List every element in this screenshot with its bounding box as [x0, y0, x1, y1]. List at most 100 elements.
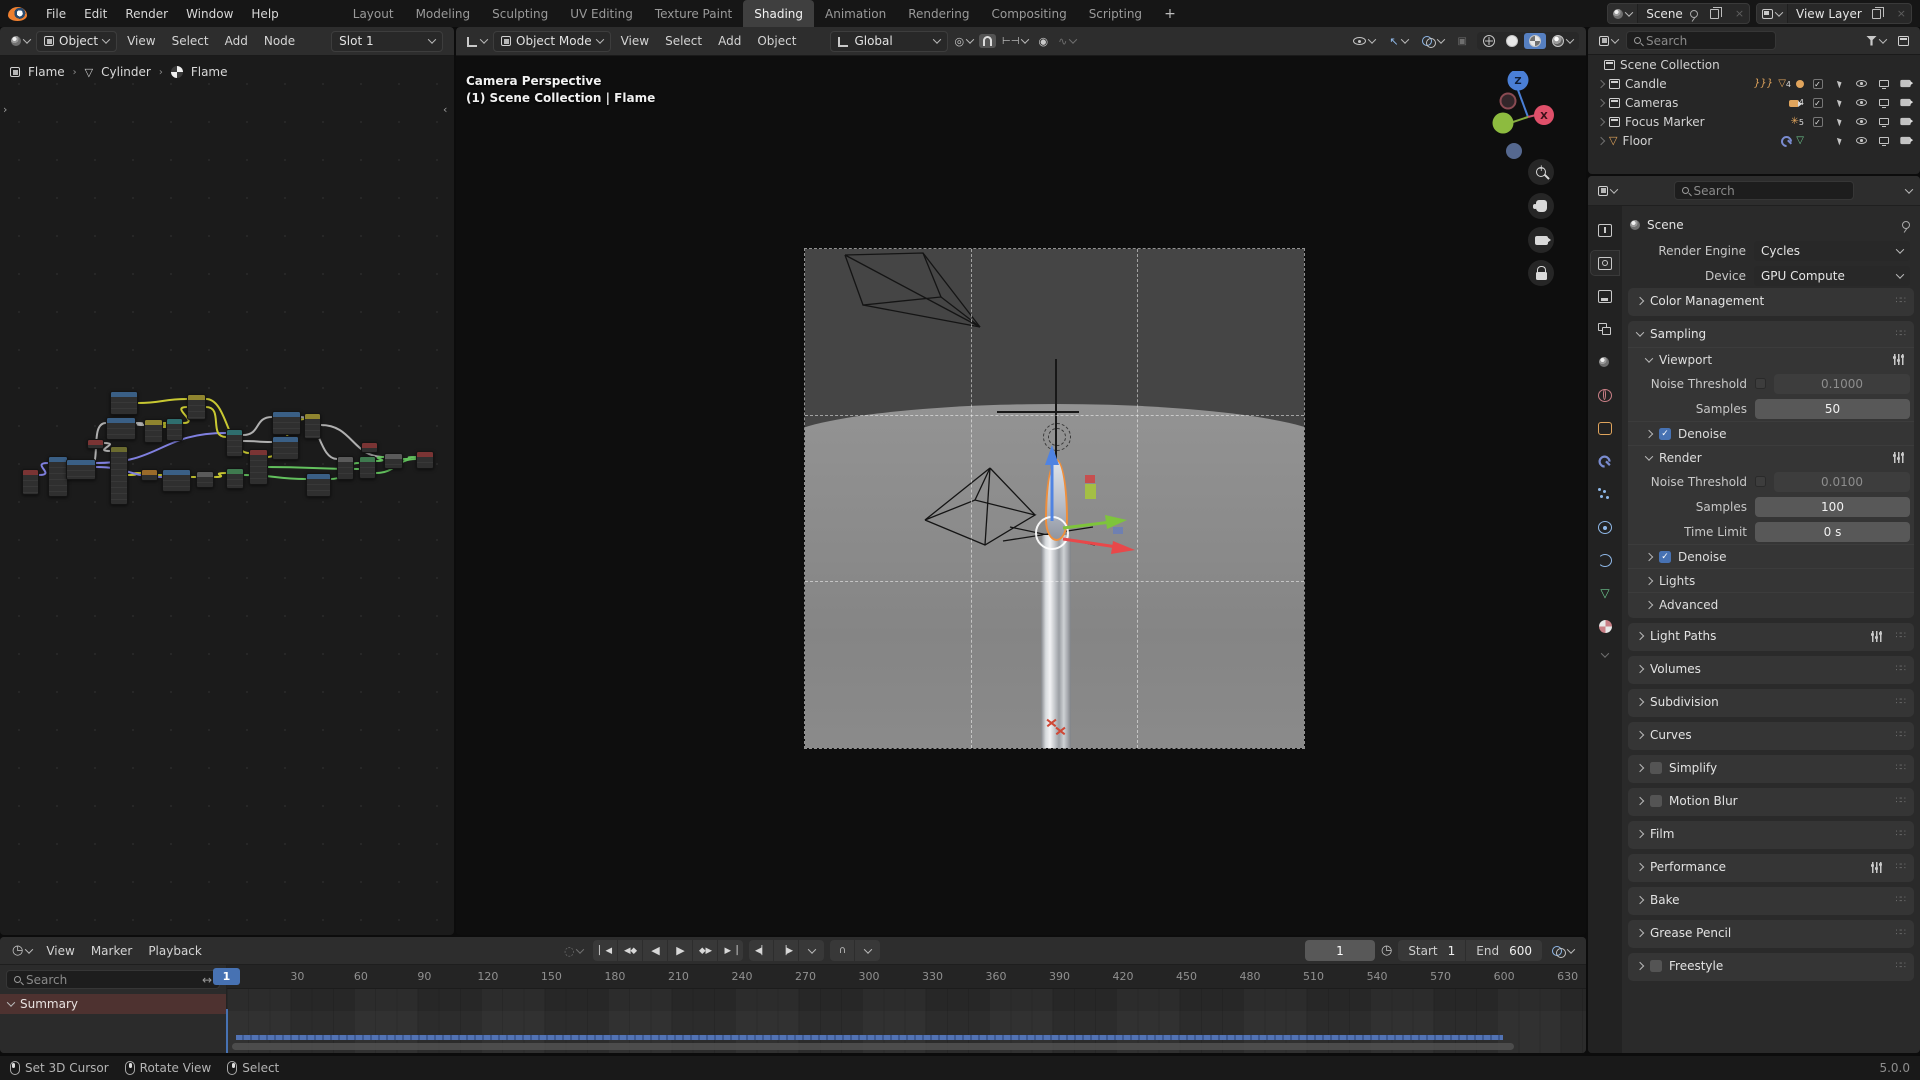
channel-search-input[interactable]: Search ↔ — [6, 970, 220, 989]
panel-header-subdivision[interactable]: Subdivision∷∷ — [1628, 689, 1914, 715]
workspace-tab-modeling[interactable]: Modeling — [405, 0, 482, 27]
editor-type-button[interactable]: ◷ — [8, 941, 36, 960]
workspace-tab-rendering[interactable]: Rendering — [897, 0, 980, 27]
panel-checkbox[interactable] — [1650, 762, 1662, 774]
exclude-checkbox[interactable]: ✓ — [1809, 117, 1826, 127]
panel-header-performance[interactable]: Performance∷∷ — [1628, 854, 1914, 880]
properties-tab-scene[interactable] — [1591, 350, 1619, 374]
shader-node[interactable] — [66, 459, 96, 480]
step-back-button[interactable]: ◀▏ — [749, 940, 774, 961]
properties-tab-tool[interactable] — [1591, 218, 1619, 242]
current-frame-indicator[interactable]: 1 — [213, 968, 240, 985]
filter-dropdown[interactable] — [1862, 34, 1890, 48]
menu-file[interactable]: File — [37, 3, 75, 25]
properties-tab-data[interactable]: ▽ — [1591, 581, 1619, 605]
viewport-menu-view[interactable]: View — [613, 31, 657, 51]
shader-node[interactable] — [306, 473, 331, 497]
timeline-menu-view[interactable]: View — [38, 941, 82, 961]
denoise-checkbox[interactable]: ✓ — [1659, 551, 1671, 563]
properties-tab-modifiers[interactable] — [1591, 449, 1619, 473]
subpanel-advanced[interactable]: Advanced — [1628, 592, 1914, 616]
overlays-dropdown[interactable] — [1418, 34, 1448, 48]
shading-wireframe-button[interactable] — [1478, 33, 1500, 49]
exclude-checkbox[interactable]: ✓ — [1809, 98, 1826, 108]
panel-checkbox[interactable] — [1650, 960, 1662, 972]
shader-node[interactable] — [359, 456, 376, 479]
field-value[interactable]: 0.0100 — [1774, 472, 1910, 492]
previous-keyframe-button[interactable]: ◀◆ — [618, 940, 643, 961]
selectable-toggle[interactable] — [1831, 118, 1848, 126]
proportional-falloff-dropdown[interactable]: ∿ — [1054, 33, 1080, 50]
panel-header-simplify[interactable]: Simplify∷∷ — [1628, 755, 1914, 781]
selectable-toggle[interactable] — [1831, 99, 1848, 107]
tabs-overflow-chevron[interactable] — [1602, 647, 1608, 661]
proportional-editing-toggle[interactable]: ◉ — [1034, 33, 1052, 50]
properties-tab-constraints[interactable] — [1591, 548, 1619, 572]
move-gizmo[interactable] — [805, 249, 1304, 748]
shader-node[interactable] — [196, 471, 214, 488]
disable-viewport-toggle[interactable] — [1875, 99, 1892, 106]
duplicate-view-layer-icon[interactable] — [1872, 9, 1881, 19]
timeline-scrollbar[interactable] — [232, 1043, 1514, 1050]
shading-material-button[interactable] — [1524, 33, 1546, 49]
outliner-search-input[interactable]: Search — [1626, 31, 1776, 50]
panel-header-color-management[interactable]: Color Management∷∷ — [1628, 288, 1914, 314]
editor-type-button[interactable] — [463, 34, 491, 49]
step-options-dropdown[interactable] — [799, 940, 824, 961]
subpanel-viewport[interactable]: Viewport — [1628, 347, 1914, 371]
xray-toggle[interactable]: ▣ — [1454, 34, 1471, 49]
shader-node[interactable] — [22, 469, 39, 495]
frame-end-field[interactable]: End600 — [1466, 940, 1542, 961]
current-frame-field[interactable]: 1 — [1305, 940, 1375, 961]
shader-node[interactable] — [166, 418, 183, 441]
selectable-toggle[interactable] — [1831, 137, 1848, 145]
viewport-menu-object[interactable]: Object — [749, 31, 804, 51]
workspace-tab-compositing[interactable]: Compositing — [980, 0, 1077, 27]
disable-render-toggle[interactable] — [1899, 99, 1913, 106]
disable-viewport-toggle[interactable] — [1875, 80, 1892, 87]
timeline-channels-area[interactable] — [227, 989, 1586, 1053]
filter-expand-icon[interactable]: ↔ — [202, 973, 212, 987]
toggle-denoise[interactable]: ✓Denoise — [1628, 421, 1914, 445]
field-value[interactable]: 0.1000 — [1774, 374, 1910, 394]
panel-header-film[interactable]: Film∷∷ — [1628, 821, 1914, 847]
device-dropdown[interactable]: GPU Compute — [1754, 266, 1910, 286]
mode-dropdown[interactable]: Object Mode — [493, 31, 611, 52]
outliner-row-candle[interactable]: Candle}}}▽4✓ — [1588, 74, 1920, 93]
workspace-tab-layout[interactable]: Layout — [342, 0, 405, 27]
blender-logo-icon[interactable] — [8, 7, 27, 21]
delete-view-layer-button[interactable]: × — [1892, 7, 1911, 20]
shader-node[interactable] — [226, 468, 244, 489]
shader-node[interactable] — [110, 446, 128, 505]
disable-render-toggle[interactable] — [1899, 118, 1913, 125]
properties-tab-world[interactable] — [1591, 383, 1619, 407]
workspace-tab-texture-paint[interactable]: Texture Paint — [644, 0, 743, 27]
field-value[interactable]: 50 — [1755, 399, 1910, 419]
outliner-root-row[interactable]: Scene Collection — [1588, 55, 1920, 74]
panel-header-motion-blur[interactable]: Motion Blur∷∷ — [1628, 788, 1914, 814]
workspace-tab-shading[interactable]: Shading — [743, 0, 814, 27]
new-collection-button[interactable] — [1894, 34, 1913, 48]
expand-icon[interactable] — [1597, 117, 1605, 125]
timeline-ruler[interactable]: 3060901201501802102402703003303603904204… — [227, 965, 1586, 989]
denoise-checkbox[interactable]: ✓ — [1659, 428, 1671, 440]
shader-node[interactable] — [187, 394, 206, 420]
play-reverse-button[interactable]: ◀ — [643, 940, 668, 961]
pin-icon[interactable] — [1690, 10, 1698, 18]
shader-node[interactable] — [141, 469, 158, 481]
hide-viewport-toggle[interactable] — [1853, 118, 1870, 125]
properties-search-input[interactable]: Search — [1674, 181, 1854, 200]
hide-viewport-toggle[interactable] — [1853, 137, 1870, 144]
subpanel-lights[interactable]: Lights — [1628, 568, 1914, 592]
frame-start-field[interactable]: Start1 — [1398, 940, 1466, 961]
toggle-denoise[interactable]: ✓Denoise — [1628, 544, 1914, 568]
disable-viewport-toggle[interactable] — [1875, 137, 1892, 144]
lock-view-button[interactable] — [1528, 260, 1554, 286]
panel-header-bake[interactable]: Bake∷∷ — [1628, 887, 1914, 913]
snap-toggle[interactable] — [979, 34, 996, 48]
expand-icon[interactable] — [1597, 79, 1605, 87]
properties-tab-material[interactable] — [1591, 614, 1619, 638]
properties-tab-physics[interactable] — [1591, 515, 1619, 539]
hide-viewport-toggle[interactable] — [1853, 99, 1870, 106]
shader-node[interactable] — [144, 419, 163, 443]
